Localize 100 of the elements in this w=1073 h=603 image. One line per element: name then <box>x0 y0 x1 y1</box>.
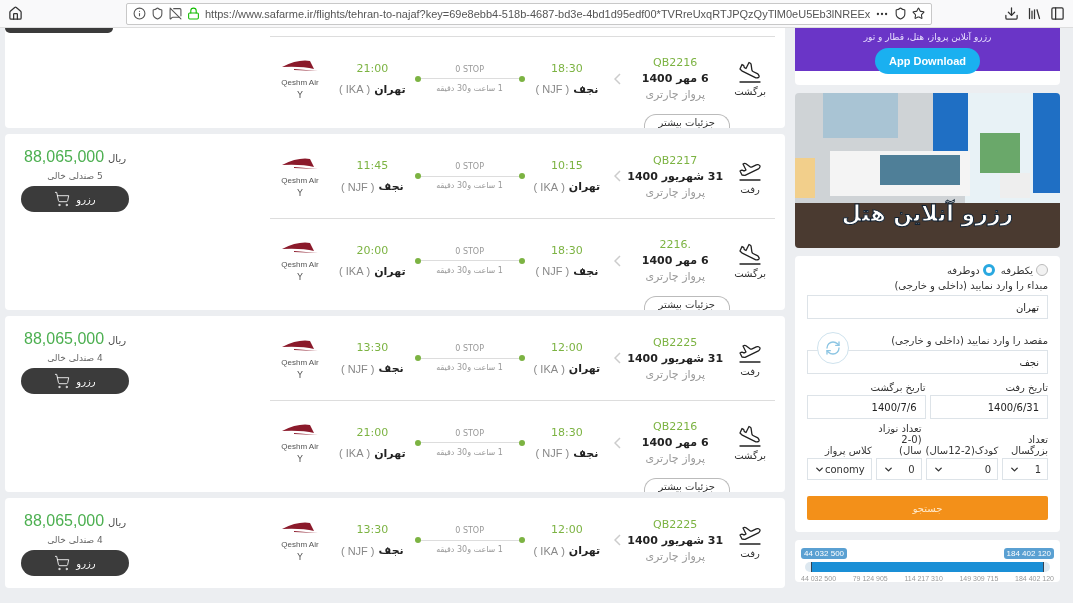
trip-type-option[interactable]: دوطرفه <box>946 264 995 276</box>
reserve-button[interactable]: رزرو <box>21 186 129 212</box>
airport-code: ( NJF ) <box>535 447 570 459</box>
chevron-icon <box>613 254 621 267</box>
reserve-button[interactable]: رزرو <box>21 368 129 394</box>
airline-name: Qeshm Air <box>281 260 319 269</box>
flight-type: پرواز چارتری <box>645 185 705 199</box>
duration-text: 1 ساعت و30 دقیقه <box>436 545 503 554</box>
more-details-tab[interactable]: جزئیات بیشتر <box>643 296 730 310</box>
passenger-label: کلاس پرواز <box>823 445 872 456</box>
duration-text: 1 ساعت و30 دقیقه <box>436 83 503 93</box>
direction-label: رفت <box>740 365 760 377</box>
currency: ریال <box>108 153 126 164</box>
date-field[interactable]: 1400/7/6 <box>807 395 926 419</box>
home-icon[interactable] <box>8 6 23 21</box>
reserve-button[interactable] <box>5 28 113 33</box>
plane-landing-icon <box>738 424 763 448</box>
info-icon[interactable] <box>133 7 146 20</box>
passenger-select[interactable]: 1 <box>1002 458 1048 480</box>
arrival-city: تهران <box>374 446 406 460</box>
plane-landing-icon <box>738 60 763 84</box>
flight-number: QB2225 <box>653 517 698 531</box>
departure-city: نجف <box>573 264 599 278</box>
airport-code: ( NJF ) <box>340 362 375 375</box>
more-details-tab[interactable]: جزئیات بیشتر <box>643 114 730 128</box>
flight-type: پرواز چارتری <box>645 452 705 465</box>
download-icon[interactable] <box>1004 6 1019 21</box>
seats-available: 4 صندلی خالی <box>47 353 103 363</box>
cart-icon <box>54 373 71 389</box>
departure-time: 18:30 <box>551 61 583 75</box>
flight-date: 31 شهریور 1400 <box>627 169 724 183</box>
airport-code: ( IKA ) <box>533 180 565 193</box>
currency: ریال <box>108 335 126 346</box>
radio-button[interactable] <box>1036 264 1048 276</box>
flight-type: پرواز چارتری <box>645 367 705 381</box>
airport-code: ( NJF ) <box>340 180 375 193</box>
stops-text: 0 STOP <box>455 162 484 171</box>
passenger-select[interactable]: 0 <box>925 458 999 480</box>
cabin-class: Y <box>297 369 303 380</box>
arrival-time: 21:00 <box>356 61 389 75</box>
cabin-class: Y <box>297 272 303 282</box>
date-field[interactable]: 1400/6/31 <box>929 395 1048 419</box>
arrival-city: تهران <box>374 264 406 278</box>
airport-code: ( NJF ) <box>535 83 570 95</box>
price: 88,065,000 <box>24 148 105 166</box>
date-label: تاریخ رفت <box>1004 382 1048 393</box>
departure-time: 18:30 <box>551 243 583 257</box>
flight-date: 6 مهر 1400 <box>641 436 709 449</box>
departure-city: تهران <box>568 362 601 375</box>
stops-text: 0 STOP <box>455 428 484 438</box>
destination-field[interactable]: نجف <box>807 350 1048 374</box>
seats-available: 5 صندلی خالی <box>47 171 103 181</box>
shield-icon[interactable] <box>151 7 164 20</box>
url-text: https://www.safarme.ir/flights/tehran-to-najaf?key=69e8ebb4-518b-4687-bd3e-4bd1d95edf00*TVRreUxqRTJPQzQyTlM0eU5Eb3lNREEx <box>205 7 871 20</box>
cart-icon <box>54 555 71 571</box>
arrival-time: 13:30 <box>356 341 389 354</box>
trip-type-option[interactable]: یکطرفه <box>1000 264 1048 276</box>
sidebar-icon[interactable] <box>1050 6 1065 21</box>
passenger-select[interactable]: 0 <box>875 458 922 480</box>
stops-text: 0 STOP <box>455 344 484 353</box>
departure-city: نجف <box>573 446 599 460</box>
direction-label: رفت <box>740 183 760 195</box>
departure-time: 18:30 <box>551 425 583 439</box>
passenger-label: کودک(2-12سال) <box>925 445 999 456</box>
departure-time: 12:00 <box>551 523 583 536</box>
departure-city: نجف <box>573 82 599 96</box>
airport-code: ( IKA ) <box>339 447 371 459</box>
departure-time: 10:15 <box>551 159 583 172</box>
address-bar[interactable]: https://www.safarme.ir/flights/tehran-to-najaf?key=69e8ebb4-518b-4687-bd3e-4bd1d95edf00*TVRreUxqRTJPQzQyTlM0eU5Eb3lNREEx <box>126 2 933 25</box>
arrival-time: 11:45 <box>356 159 389 172</box>
radio-button[interactable] <box>982 264 995 276</box>
library-icon[interactable] <box>1027 6 1042 21</box>
cabin-class: Y <box>297 90 303 100</box>
cabin-class: Y <box>297 551 303 562</box>
airport-code: ( IKA ) <box>339 83 371 95</box>
banner-text: رزرو آنلاین پرواز، هتل، قطار و تور <box>863 32 992 42</box>
airport-code: ( IKA ) <box>533 362 565 375</box>
price: 88,065,000 <box>24 512 105 530</box>
departure-city: تهران <box>568 544 601 557</box>
date-label: تاریخ برگشت <box>869 382 926 393</box>
more-details-tab[interactable]: جزئیات بیشتر <box>643 478 730 492</box>
reserve-button[interactable]: رزرو <box>21 550 129 576</box>
flight-number: QB2216 <box>653 56 698 69</box>
hotel-banner-title: رزرو آنلاین هتل <box>840 201 1015 226</box>
duration-text: 1 ساعت و30 دقیقه <box>436 181 503 190</box>
currency: ریال <box>108 517 126 528</box>
airport-code: ( NJF ) <box>535 265 570 277</box>
plane-landing-icon <box>738 242 763 266</box>
passenger-select[interactable]: conomy <box>807 458 872 480</box>
chevron-icon <box>613 72 621 85</box>
flight-type: پرواز چارتری <box>645 270 705 283</box>
flight-date: 6 مهر 1400 <box>641 254 709 267</box>
flight-number: QB2225 <box>653 335 698 349</box>
price-range-slider[interactable] <box>811 562 1044 572</box>
cabin-class: Y <box>297 187 303 198</box>
arrival-city: تهران <box>374 82 406 96</box>
flight-number: QB2216 <box>653 420 698 433</box>
seats-available: 4 صندلی خالی <box>47 535 103 545</box>
origin-field[interactable]: تهران <box>807 295 1048 319</box>
bookmark-star-icon[interactable] <box>912 7 926 20</box>
